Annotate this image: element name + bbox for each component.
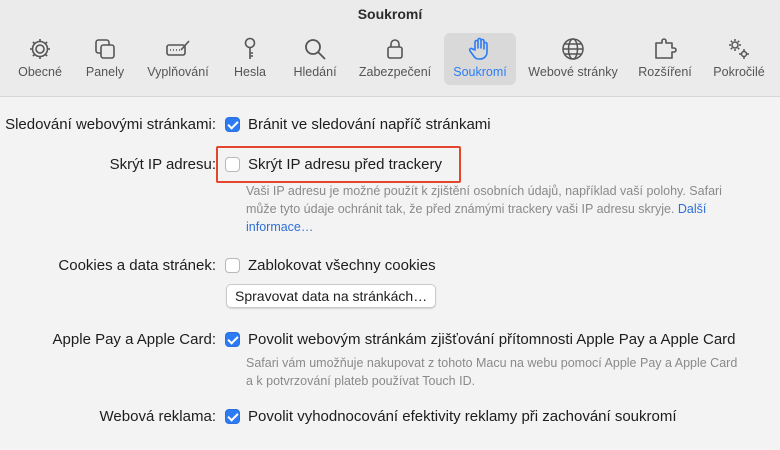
hide-ip-description-text: může tyto údaje ochránit tak, že před zn…: [246, 202, 675, 216]
cookies-checkbox[interactable]: [225, 258, 240, 273]
more-info-link-cont[interactable]: informace…: [246, 218, 313, 236]
key-icon: [244, 37, 256, 59]
toolbar: Soukromí Obecné Panely Vyplňování Hesla: [0, 0, 780, 97]
autofill-icon: [166, 40, 190, 56]
ads-label: Webová reklama:: [99, 408, 216, 425]
hand-icon: [468, 37, 488, 60]
more-info-link[interactable]: Další: [678, 202, 706, 216]
hide-ip-option[interactable]: Skrýt IP adresu před trackery: [248, 156, 442, 173]
tab-zabezpeceni[interactable]: Zabezpečení: [352, 33, 438, 85]
lock-icon: [387, 39, 403, 59]
tabs-icon: [95, 39, 115, 59]
tab-label: Vyplňování: [147, 65, 209, 79]
tracking-label: Sledování webovými stránkami:: [5, 116, 216, 133]
apple-pay-description-1: Safari vám umožňuje nakupovat z tohoto M…: [246, 356, 738, 370]
apple-pay-label: Apple Pay a Apple Card:: [52, 331, 216, 348]
tab-obecne[interactable]: Obecné: [10, 33, 70, 85]
tab-hledani[interactable]: Hledání: [286, 33, 344, 85]
tab-label: Soukromí: [453, 65, 507, 79]
search-icon: [305, 39, 326, 60]
apple-pay-description-2: a k potvrzování plateb používat Touch ID…: [246, 374, 476, 388]
hide-ip-label: Skrýt IP adresu:: [109, 156, 216, 173]
globe-icon: [562, 38, 584, 60]
hide-ip-checkbox[interactable]: [225, 157, 240, 172]
tab-panely[interactable]: Panely: [78, 33, 132, 85]
tracking-checkbox[interactable]: [225, 117, 240, 132]
tab-label: Hledání: [293, 65, 337, 79]
tab-label: Obecné: [18, 65, 62, 79]
ads-option[interactable]: Povolit vyhodnocování efektivity reklamy…: [248, 408, 677, 425]
tab-label: Webové stránky: [528, 65, 618, 79]
privacy-settings: Sledování webovými stránkami: Bránit ve …: [0, 97, 780, 450]
window-title: Soukromí: [357, 6, 423, 22]
tab-webove-stranky[interactable]: Webové stránky: [522, 33, 624, 85]
cookies-option[interactable]: Zablokovat všechny cookies: [248, 257, 436, 274]
tab-label: Zabezpečení: [358, 65, 432, 79]
tracking-option[interactable]: Bránit ve sledování napříč stránkami: [248, 116, 491, 133]
gears-icon: [729, 39, 749, 59]
apple-pay-option[interactable]: Povolit webovým stránkám zjišťování přít…: [248, 331, 736, 348]
hide-ip-description-1: Vaši IP adresu je možné použít k zjištěn…: [246, 184, 722, 198]
tab-label: Hesla: [234, 65, 266, 79]
tab-rozsireni[interactable]: Rozšíření: [632, 33, 698, 85]
tab-pokrocile[interactable]: Pokročilé: [704, 33, 774, 85]
puzzle-icon: [655, 38, 677, 59]
tab-label: Panely: [85, 65, 125, 79]
tab-soukromi[interactable]: Soukromí: [444, 33, 516, 85]
tab-label: Pokročilé: [713, 65, 765, 79]
hide-ip-description-2: může tyto údaje ochránit tak, že před zn…: [246, 200, 706, 218]
apple-pay-checkbox[interactable]: [225, 332, 240, 347]
tab-vyplnovani[interactable]: Vyplňování: [140, 33, 216, 85]
tab-hesla[interactable]: Hesla: [226, 33, 274, 85]
ads-checkbox[interactable]: [225, 409, 240, 424]
cookies-label: Cookies a data stránek:: [58, 257, 216, 274]
manage-website-data-button[interactable]: Spravovat data na stránkách…: [226, 284, 437, 308]
gear-icon: [30, 39, 50, 59]
tab-label: Rozšíření: [638, 65, 692, 79]
